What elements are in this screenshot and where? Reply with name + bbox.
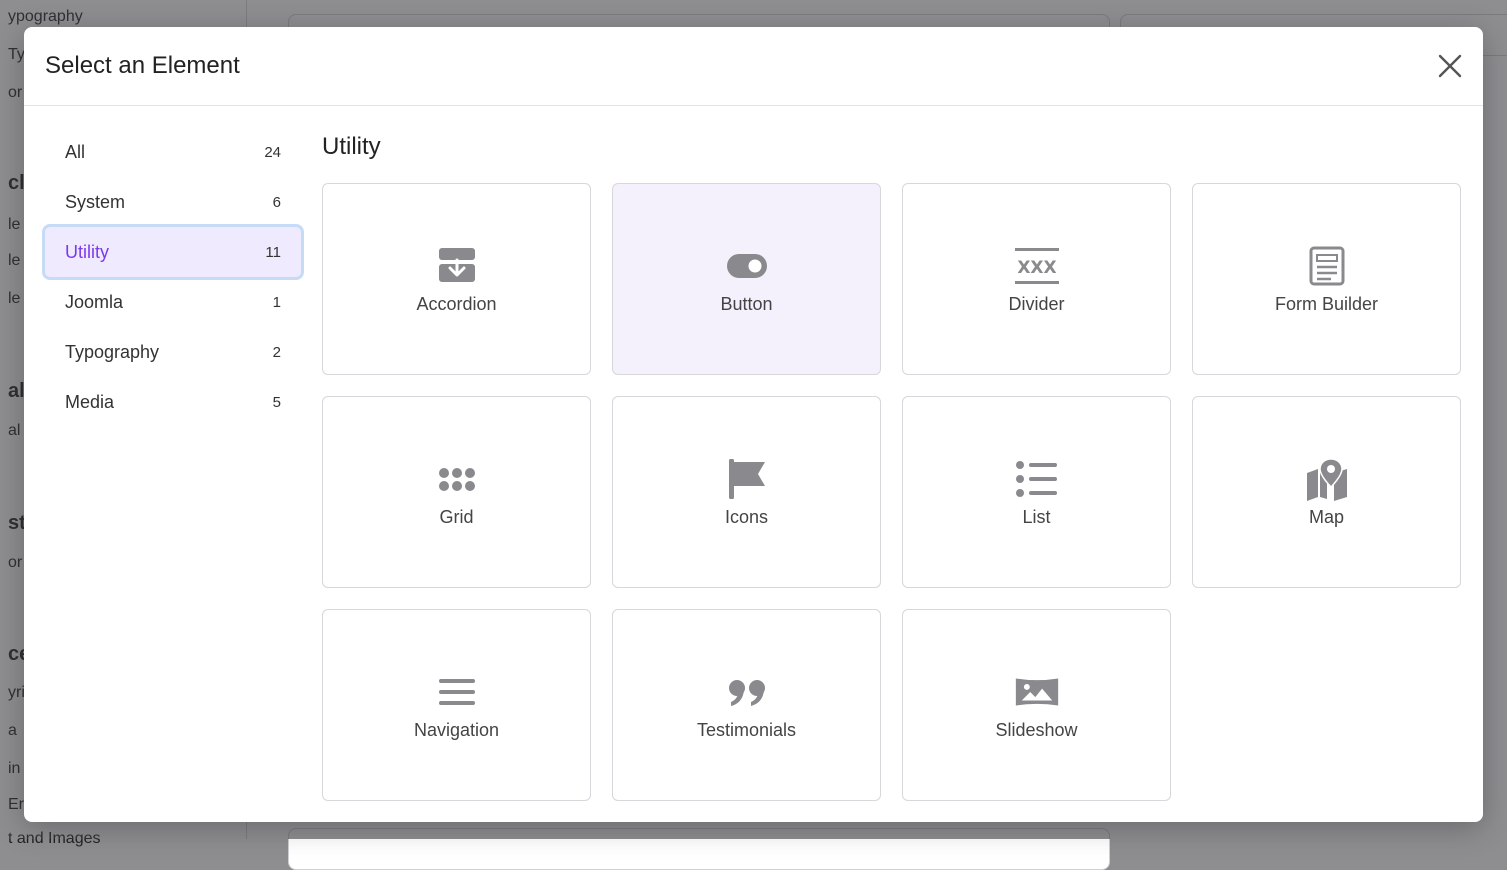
category-label: All <box>65 141 86 162</box>
button-toggle-icon <box>726 253 767 278</box>
element-tile-navigation[interactable]: Navigation <box>322 609 591 801</box>
category-count: 1 <box>272 293 281 311</box>
element-label: Grid <box>439 506 474 527</box>
category-count: 11 <box>265 243 281 261</box>
category-count: 6 <box>272 193 281 211</box>
element-label: Navigation <box>413 719 500 740</box>
close-icon <box>1438 54 1462 78</box>
element-label: Map <box>1308 506 1344 527</box>
category-joomla[interactable]: Joomla 1 <box>42 277 304 327</box>
element-label: Button <box>720 293 773 314</box>
category-label: System <box>65 191 126 212</box>
category-label: Joomla <box>65 291 124 312</box>
modal-header: Select an Element <box>24 27 1483 106</box>
quote-icon <box>728 679 765 706</box>
category-label: Utility <box>65 241 109 262</box>
element-label: Form Builder <box>1274 293 1379 314</box>
category-media[interactable]: Media 5 <box>42 377 304 427</box>
element-label: Accordion <box>416 293 497 314</box>
modal-title: Select an Element <box>45 52 240 79</box>
element-label: Slideshow <box>995 719 1078 740</box>
form-builder-icon <box>1309 246 1344 285</box>
element-label: List <box>1022 506 1051 527</box>
element-label: Divider <box>1008 293 1065 314</box>
category-label: Media <box>65 391 115 412</box>
element-label: Testimonials <box>696 719 797 740</box>
category-count: 2 <box>272 343 281 361</box>
close-button[interactable] <box>1435 51 1465 81</box>
element-tile-accordion[interactable]: Accordion <box>322 183 591 375</box>
category-utility[interactable]: Utility 11 <box>42 224 304 280</box>
list-icon <box>1015 460 1057 497</box>
grid-icon <box>438 467 475 491</box>
element-label: Icons <box>724 506 769 527</box>
element-tile-testimonials[interactable]: Testimonials <box>612 609 881 801</box>
category-count: 5 <box>272 393 281 411</box>
svg-text:XXX: XXX <box>1017 258 1056 278</box>
element-tile-divider[interactable]: XXX Divider <box>902 183 1171 375</box>
image-icon <box>1015 677 1058 706</box>
flag-icon <box>728 458 765 499</box>
select-element-modal: Select an Element All 24 System 6 Utilit… <box>24 27 1483 822</box>
section-title: Utility <box>322 133 381 160</box>
category-typography[interactable]: Typography 2 <box>42 327 304 377</box>
map-icon <box>1306 457 1347 501</box>
element-tile-icons[interactable]: Icons <box>612 396 881 588</box>
hamburger-icon <box>438 678 475 705</box>
element-tile-list[interactable]: List <box>902 396 1171 588</box>
category-system[interactable]: System 6 <box>42 177 304 227</box>
element-tile-map[interactable]: Map <box>1192 396 1461 588</box>
element-grid: Accordion Button XXX Divider Form Builde… <box>322 183 1463 801</box>
category-list: All 24 System 6 Utility 11 Joomla 1 Typo… <box>42 127 304 427</box>
element-tile-grid[interactable]: Grid <box>322 396 591 588</box>
accordion-icon <box>438 247 475 282</box>
element-tile-button[interactable]: Button <box>612 183 881 375</box>
category-label: Typography <box>65 341 160 362</box>
category-count: 24 <box>264 143 281 161</box>
element-tile-form-builder[interactable]: Form Builder <box>1192 183 1461 375</box>
divider-icon: XXX <box>1014 247 1059 284</box>
element-tile-slideshow[interactable]: Slideshow <box>902 609 1171 801</box>
category-all[interactable]: All 24 <box>42 127 304 177</box>
